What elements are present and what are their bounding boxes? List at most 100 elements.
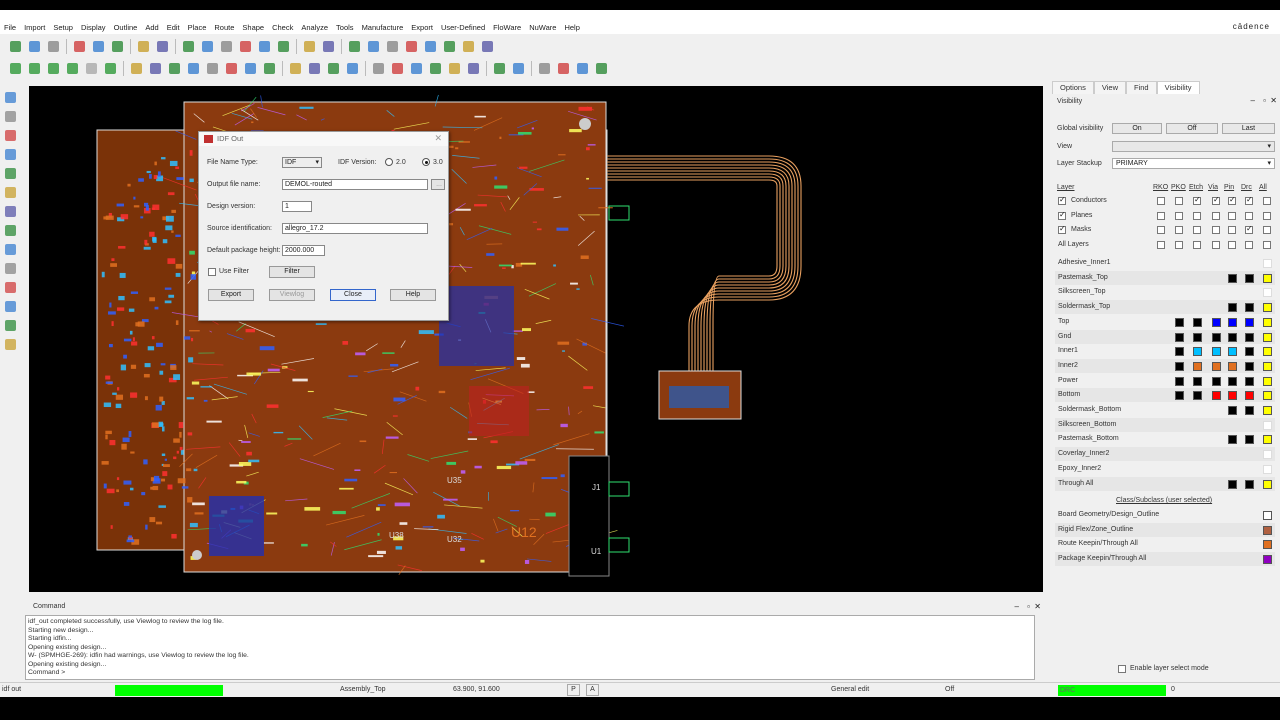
version-2-radio[interactable] (385, 158, 393, 166)
group-visibility-checkbox[interactable] (1228, 195, 1236, 205)
layer-row[interactable]: Pastemask_Bottom (1055, 432, 1275, 447)
auto-route-icon[interactable] (3, 204, 18, 219)
layer-row[interactable]: Soldermask_Top (1055, 300, 1275, 315)
layer-color-swatch[interactable] (1263, 303, 1272, 313)
layer-color-swatch[interactable] (1175, 376, 1184, 386)
layer-green-icon[interactable] (103, 61, 118, 76)
layer-row[interactable]: Inner2 (1055, 358, 1275, 373)
menu-import[interactable]: Import (20, 23, 49, 32)
layer-row[interactable]: Bottom (1055, 388, 1275, 403)
layer-color-swatch[interactable] (1263, 273, 1272, 283)
group-visibility-checkbox[interactable] (1193, 226, 1201, 234)
layer-row[interactable]: Silkscreen_Bottom (1055, 417, 1275, 432)
new-icon[interactable] (8, 39, 23, 54)
redraw-icon[interactable] (276, 39, 291, 54)
group-visibility-checkbox[interactable] (1193, 240, 1201, 249)
group-visibility-checkbox[interactable] (1193, 211, 1201, 220)
group-visibility-checkbox[interactable] (1263, 211, 1271, 220)
layer-color-swatch[interactable] (1228, 317, 1237, 327)
layer-color-swatch[interactable] (1263, 464, 1272, 474)
menu-add[interactable]: Add (141, 23, 162, 32)
layer-gray-icon[interactable] (84, 61, 99, 76)
layer-color-swatch[interactable] (1245, 361, 1254, 371)
source-id-input[interactable]: allegro_17.2 (282, 223, 428, 234)
grid-icon[interactable] (404, 39, 419, 54)
manufacturing-icon[interactable] (537, 61, 552, 76)
menu-setup[interactable]: Setup (49, 23, 77, 32)
layer-color-swatch[interactable] (1212, 391, 1221, 401)
layer-green-icon[interactable] (65, 61, 80, 76)
group-checkbox-masks[interactable] (1058, 224, 1066, 234)
add-text-icon[interactable] (243, 61, 258, 76)
rectangle-icon[interactable] (3, 299, 18, 314)
copy-icon[interactable] (91, 39, 106, 54)
layer-color-swatch[interactable] (1228, 406, 1237, 415)
group-visibility-checkbox[interactable] (1157, 240, 1165, 249)
group-icon[interactable] (409, 61, 424, 76)
fanout-icon[interactable] (326, 61, 341, 76)
menu-help[interactable]: Help (560, 23, 583, 32)
layer-color-swatch[interactable] (1175, 347, 1184, 357)
polygon-icon[interactable] (3, 318, 18, 333)
use-filter-checkbox[interactable] (208, 268, 216, 276)
menu-manufacture[interactable]: Manufacture (358, 23, 408, 32)
delete-icon[interactable] (110, 39, 125, 54)
close-button[interactable]: Close (330, 289, 376, 301)
class-row[interactable]: Package Keepin/Through All (1055, 552, 1275, 567)
layer-color-swatch[interactable] (1175, 317, 1184, 327)
enable-layer-select-checkbox[interactable] (1118, 665, 1126, 673)
layer-color-swatch[interactable] (1212, 317, 1221, 327)
sun-icon[interactable] (423, 39, 438, 54)
layer-color-swatch[interactable] (1228, 332, 1237, 342)
group-visibility-checkbox[interactable] (1228, 240, 1236, 249)
dialog-close-icon[interactable]: ✕ (434, 133, 442, 144)
custom-smooth-icon[interactable] (3, 147, 18, 162)
group-visibility-checkbox[interactable] (1157, 197, 1165, 205)
visibility-on-button[interactable]: On (1112, 123, 1162, 134)
filter-button[interactable]: Filter (269, 266, 315, 278)
group-visibility-checkbox[interactable] (1193, 195, 1201, 205)
class-color-swatch[interactable] (1263, 511, 1272, 520)
command-log[interactable]: idf_out completed successfully, use View… (25, 615, 1035, 680)
viewlog-button[interactable]: Viewlog (269, 289, 315, 301)
layer-color-swatch[interactable] (1245, 479, 1254, 489)
layer-color-swatch[interactable] (1245, 435, 1254, 445)
float-icon[interactable]: ▫ (1263, 96, 1266, 105)
design-canvas[interactable]: U35 U38 U32 U12 J1 U1 (29, 86, 1043, 592)
layer-color-swatch[interactable] (1263, 332, 1272, 342)
layer-color-swatch[interactable] (1228, 273, 1237, 283)
layer-color-swatch[interactable] (1175, 391, 1184, 401)
menu-analyze[interactable]: Analyze (297, 23, 332, 32)
layer-color-swatch[interactable] (1245, 347, 1254, 357)
status-active-subclass[interactable]: Assembly_Top (340, 686, 386, 693)
place-icon[interactable] (288, 61, 303, 76)
spread-icon[interactable] (3, 185, 18, 200)
class-color-swatch[interactable] (1263, 540, 1272, 550)
tab-visibility[interactable]: Visibility (1156, 81, 1200, 94)
slide-icon[interactable] (3, 109, 18, 124)
layer-color-swatch[interactable] (1245, 273, 1254, 283)
menu-floware[interactable]: FloWare (489, 23, 525, 32)
help-button[interactable]: Help (390, 289, 436, 301)
menu-check[interactable]: Check (268, 23, 297, 32)
shape-edit-icon[interactable] (3, 242, 18, 257)
version-3-radio[interactable] (422, 158, 430, 166)
layer-stackup-select[interactable]: PRIMARY ▾ (1112, 158, 1275, 169)
layer-row[interactable]: Soldermask_Bottom (1055, 403, 1275, 417)
float-icon[interactable]: ▫ (1027, 602, 1030, 611)
swap-icon[interactable] (371, 61, 386, 76)
group-visibility-checkbox[interactable] (1212, 226, 1220, 234)
layer-row[interactable]: Top (1055, 314, 1275, 329)
group-checkbox-planes[interactable] (1058, 210, 1066, 220)
export-button[interactable]: Export (208, 289, 254, 301)
move-icon[interactable] (72, 39, 87, 54)
visibility-last-button[interactable]: Last (1222, 123, 1275, 134)
group-visibility-checkbox[interactable] (1245, 211, 1253, 220)
merge-icon[interactable] (3, 261, 18, 276)
pkg-height-input[interactable]: 2000.000 (282, 245, 325, 256)
spread-icon[interactable] (345, 61, 360, 76)
menu-place[interactable]: Place (184, 23, 211, 32)
group-checkbox-conductors[interactable] (1058, 195, 1066, 205)
layer-color-swatch[interactable] (1193, 317, 1202, 327)
menu-edit[interactable]: Edit (163, 23, 184, 32)
